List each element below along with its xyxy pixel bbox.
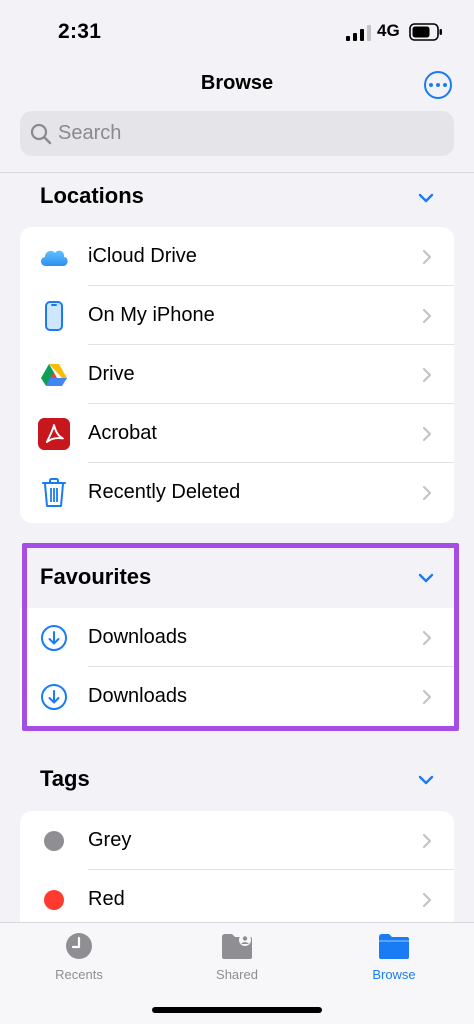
section-title-locations: Locations	[40, 183, 144, 208]
location-item-drive[interactable]: Drive	[20, 345, 454, 404]
folder-icon	[379, 934, 409, 959]
location-label: On My iPhone	[88, 304, 215, 326]
tab-browse[interactable]: Browse	[344, 931, 444, 982]
chevron-right-icon	[422, 485, 432, 500]
location-label: Drive	[88, 363, 135, 385]
status-time: 2:31	[58, 20, 102, 43]
chevron-right-icon	[422, 426, 432, 441]
tab-label: Browse	[372, 967, 416, 982]
grey-tag-dot	[38, 825, 70, 857]
tag-label: Red	[88, 888, 125, 910]
tab-recents[interactable]: Recents	[29, 931, 129, 982]
search-placeholder: Search	[58, 122, 122, 144]
section-title-tags: Tags	[40, 766, 90, 791]
icloud-icon	[38, 241, 70, 273]
trash-icon	[38, 477, 70, 509]
favourites-highlight-box	[22, 543, 459, 731]
tab-label: Shared	[216, 967, 258, 982]
location-label: Acrobat	[88, 422, 157, 444]
tag-item-grey[interactable]: Grey	[20, 811, 454, 870]
home-indicator	[152, 1007, 322, 1013]
location-item-recently-deleted[interactable]: Recently Deleted	[20, 463, 454, 522]
location-label: Recently Deleted	[88, 481, 241, 503]
red-tag-dot	[38, 884, 70, 916]
search-input[interactable]: Search	[20, 111, 454, 156]
more-options-button[interactable]	[424, 71, 452, 99]
acrobat-icon	[38, 417, 70, 450]
tag-label: Grey	[88, 829, 132, 851]
chevron-right-icon	[422, 892, 432, 907]
tab-label: Recents	[55, 967, 103, 982]
chevron-down-icon[interactable]	[418, 775, 434, 785]
battery-icon	[409, 23, 442, 41]
location-item-acrobat[interactable]: Acrobat	[20, 404, 454, 463]
chevron-right-icon	[422, 833, 432, 848]
search-icon	[30, 123, 52, 144]
chevron-right-icon	[422, 249, 432, 264]
cellular-signal-icon	[346, 25, 371, 41]
location-label: iCloud Drive	[88, 245, 197, 267]
location-item-icloud-drive[interactable]: iCloud Drive	[20, 227, 454, 286]
chevron-right-icon	[422, 308, 432, 323]
google-drive-icon	[38, 359, 70, 391]
location-item-on-my-iphone[interactable]: On My iPhone	[20, 286, 454, 345]
chevron-right-icon	[422, 367, 432, 382]
tab-shared[interactable]: Shared	[187, 931, 287, 982]
locations-list: iCloud Drive On My iPhone Drive Acrobat …	[20, 227, 454, 523]
page-title: Browse	[200, 72, 274, 94]
clock-icon	[66, 933, 92, 959]
chevron-down-icon[interactable]	[418, 193, 434, 203]
iphone-icon	[38, 300, 70, 332]
ellipsis-circle-icon	[429, 83, 433, 87]
status-bar: 2:31 4G	[0, 0, 474, 64]
tag-item-red[interactable]: Red	[20, 870, 454, 929]
header-divider	[0, 172, 474, 173]
shared-folder-icon	[222, 934, 252, 959]
network-type: 4G	[377, 21, 400, 40]
